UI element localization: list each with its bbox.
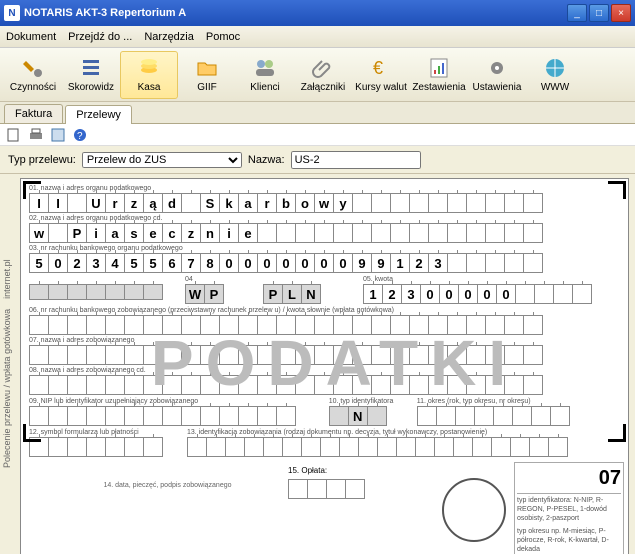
- field-02-row[interactable]: wPiasecznie: [29, 223, 620, 243]
- toolbar-www[interactable]: WWW: [526, 51, 584, 99]
- field-13-row[interactable]: [187, 437, 620, 457]
- svg-text:€: €: [373, 58, 383, 78]
- toolbar-kursy walut[interactable]: €Kursy walut: [352, 51, 410, 99]
- attach-icon: [311, 56, 335, 80]
- toolbar-ustawienia[interactable]: Ustawienia: [468, 51, 526, 99]
- toolbar: CzynnościSkorowidzKasaGIIFKlienciZałączn…: [0, 48, 635, 102]
- euro-icon: €: [369, 56, 393, 80]
- form-number: 07: [517, 465, 621, 494]
- menu-przejdz[interactable]: Przejdź do ...: [68, 31, 132, 43]
- field-07-row[interactable]: [29, 345, 620, 365]
- filter-label-type: Typ przelewu:: [8, 154, 76, 166]
- toolbar-klienci[interactable]: Klienci: [236, 51, 294, 99]
- field-05-label: 05. kwota: [363, 276, 624, 283]
- tabrow: Faktura Przelewy: [0, 102, 635, 124]
- oplata-boxes[interactable]: [288, 479, 430, 499]
- field-06-row[interactable]: [29, 315, 620, 335]
- field-09-label: 09. NIP lub identyfikator uzupełniający …: [29, 398, 321, 405]
- corner-mark: [608, 181, 626, 199]
- filter-label-name: Nazwa:: [248, 154, 285, 166]
- maximize-button[interactable]: □: [589, 4, 609, 22]
- field-02-label: 02. nazwa i adres organu podatkowego cd.: [29, 215, 624, 222]
- export-icon[interactable]: [50, 127, 66, 143]
- app-icon: N: [4, 5, 20, 21]
- field-03-label: 03. nr rachunku bankowego organu podatko…: [29, 245, 624, 252]
- coins-icon: [137, 56, 161, 80]
- close-button[interactable]: ×: [611, 4, 631, 22]
- spacer-row: [29, 284, 173, 300]
- field-05-row[interactable]: 12300000: [363, 284, 620, 304]
- globe-icon: [543, 56, 567, 80]
- field-14-label: 14. data, pieczęć, podpis zobowiązanego: [25, 462, 284, 554]
- gear-icon: [485, 56, 509, 80]
- form-area: Polecenie przelewu / wpłata gotówkowa in…: [0, 174, 635, 554]
- field-08-label: 08. nazwa i adres zobowiązanego cd.: [29, 367, 624, 374]
- transfer-type-select[interactable]: Przelew do ZUS: [82, 152, 242, 168]
- field-04-wp: WP: [185, 284, 251, 304]
- toolbar-zestawienia[interactable]: Zestawienia: [410, 51, 468, 99]
- toolbar-czynności[interactable]: Czynności: [4, 51, 62, 99]
- stamp-circle: [434, 462, 514, 554]
- report-icon: [427, 56, 451, 80]
- help-icon[interactable]: ?: [72, 127, 88, 143]
- field-07-label: 07. nazwa i adres zobowiązanego: [29, 337, 624, 344]
- menu-pomoc[interactable]: Pomoc: [206, 31, 240, 43]
- toolbar-skorowidz[interactable]: Skorowidz: [62, 51, 120, 99]
- minimize-button[interactable]: _: [567, 4, 587, 22]
- field-11-label: 11. okres (rok, typ okresu, nr okresu): [417, 398, 624, 405]
- side-label: Polecenie przelewu / wpłata gotówkowa in…: [2, 184, 16, 544]
- field-01-row[interactable]: IIUrządSkarbowy: [29, 193, 620, 213]
- icon-toolbar: ?: [0, 124, 635, 146]
- titlebar: N NOTARIS AKT-3 Repertorium A _ □ ×: [0, 0, 635, 26]
- toolbar-giif[interactable]: GIIF: [178, 51, 236, 99]
- field-04-currency: PLN: [263, 284, 351, 304]
- field-11-row[interactable]: [417, 406, 620, 426]
- field-15-label: 15. Opłata:: [288, 466, 430, 475]
- corner-mark: [608, 424, 626, 442]
- transfer-form: PODATKI 01. nazwa i adres organu podatko…: [20, 178, 629, 554]
- svg-text:?: ?: [77, 131, 83, 142]
- wrench-icon: [21, 56, 45, 80]
- menu-dokument[interactable]: Dokument: [6, 31, 56, 43]
- folder-icon: [195, 56, 219, 80]
- list-icon: [79, 56, 103, 80]
- field-06-label: 06. nr rachunku bankowego zobowiązanego …: [29, 307, 624, 314]
- field-01-label: 01. nazwa i adres organu podatkowego: [29, 185, 624, 192]
- toolbar-załączniki[interactable]: Załączniki: [294, 51, 352, 99]
- new-icon[interactable]: [6, 127, 22, 143]
- field-12-label: 12. symbol formularza lub płatności: [29, 429, 179, 436]
- field-10-row[interactable]: N: [329, 406, 405, 426]
- window-title: NOTARIS AKT-3 Repertorium A: [24, 7, 565, 19]
- tab-faktura[interactable]: Faktura: [4, 104, 63, 123]
- corner-mark: [23, 424, 41, 442]
- field-08-row[interactable]: [29, 375, 620, 395]
- menubar: Dokument Przejdź do ... Narzędzia Pomoc: [0, 26, 635, 48]
- legend-box: 07 typ identyfikatora: N-NIP, R-REGON, P…: [514, 462, 624, 554]
- field-09-row[interactable]: [29, 406, 317, 426]
- toolbar-kasa[interactable]: Kasa: [120, 51, 178, 99]
- transfer-name-input[interactable]: [291, 151, 421, 169]
- filter-row: Typ przelewu: Przelew do ZUS Nazwa:: [0, 146, 635, 174]
- people-icon: [253, 56, 277, 80]
- field-03-row[interactable]: 5023455678000000099123: [29, 253, 620, 273]
- print-icon[interactable]: [28, 127, 44, 143]
- menu-narzedzia[interactable]: Narzędzia: [144, 31, 194, 43]
- tab-przelewy[interactable]: Przelewy: [65, 105, 132, 124]
- field-10-label: 10. typ identyfikatora: [329, 398, 409, 405]
- field-12-row[interactable]: [29, 437, 175, 457]
